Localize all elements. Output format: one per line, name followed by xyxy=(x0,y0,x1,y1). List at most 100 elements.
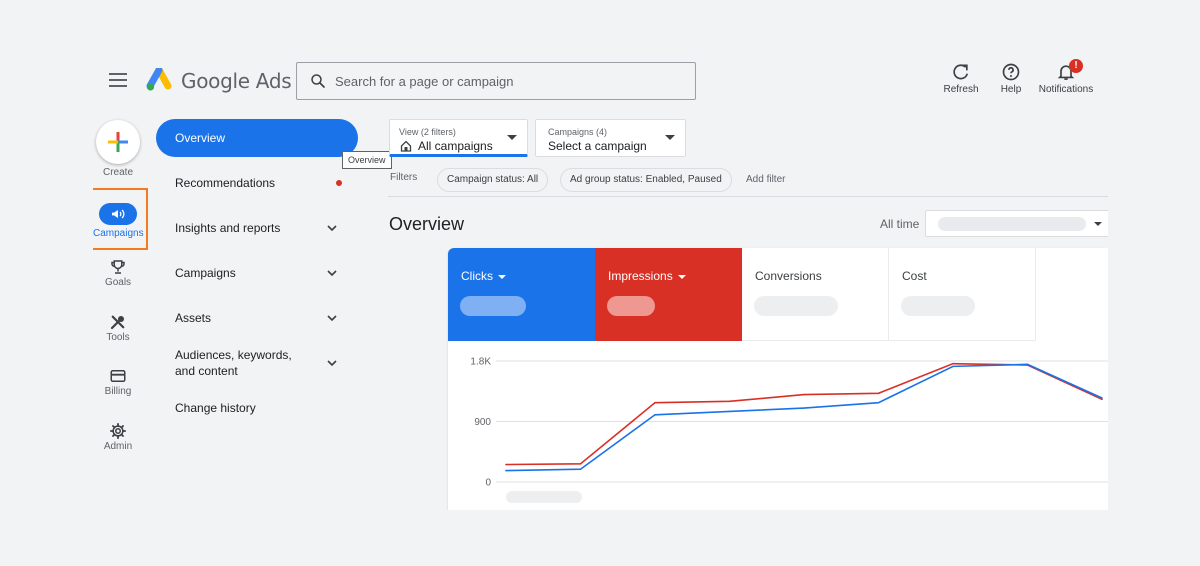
nav-item-label: Assets xyxy=(175,311,212,325)
data-point-clicks xyxy=(579,468,582,471)
metric-tile-conversions[interactable]: Conversions xyxy=(742,248,889,341)
rail-label-tools: Tools xyxy=(106,332,130,343)
series-line-impressions xyxy=(505,362,1103,466)
trophy-icon xyxy=(111,260,125,274)
credit-card-icon xyxy=(110,370,126,382)
dropdown-arrow-icon xyxy=(677,274,686,279)
notification-badge: ! xyxy=(1069,59,1083,73)
campaigns-filter-dropdown[interactable]: Campaigns (4) Select a campaign xyxy=(535,119,686,157)
notifications-label: Notifications xyxy=(1038,84,1094,95)
y-tick-label: 1.8K xyxy=(470,357,491,368)
nav-item-label: Recommendations xyxy=(175,176,276,190)
campaigns-filter-value: Select a campaign xyxy=(548,139,647,153)
metric-name: Conversions xyxy=(755,269,822,283)
tooltip: Overview xyxy=(342,151,392,169)
data-point-impressions xyxy=(579,463,582,465)
metric-tile-cost[interactable]: Cost xyxy=(889,248,1036,341)
campaign-status-chip[interactable]: Campaign status: All xyxy=(437,168,549,192)
google-ads-logo-icon xyxy=(146,68,172,91)
nav-item-audiences[interactable]: Audiences, keywords, and content xyxy=(156,347,358,379)
performance-card: Clicks Impressions Conversions Cost 1.8K… xyxy=(448,248,1108,510)
dropdown-arrow-icon xyxy=(1094,222,1102,226)
rail-item-billing[interactable]: Billing xyxy=(93,367,143,397)
rail-label-campaigns: Campaigns xyxy=(93,228,144,239)
nav-item-insights[interactable]: Insights and reports xyxy=(156,221,358,235)
data-point-impressions xyxy=(505,463,507,466)
chevron-down-icon xyxy=(327,270,337,277)
notifications-button[interactable]: Notifications ! xyxy=(1037,59,1095,95)
view-filter-value: All campaigns xyxy=(418,139,493,153)
x-tick-label-redacted xyxy=(506,491,582,503)
data-point-impressions xyxy=(952,362,954,365)
metric-tile-clicks[interactable]: Clicks xyxy=(448,248,595,341)
metric-name: Cost xyxy=(902,269,927,283)
data-point-clicks xyxy=(803,407,805,409)
metric-value-redacted xyxy=(901,296,975,316)
metric-value-redacted xyxy=(460,296,526,316)
create-button[interactable] xyxy=(96,120,140,164)
refresh-icon xyxy=(953,64,969,80)
date-range-label: All time xyxy=(880,217,920,231)
metric-value-redacted xyxy=(607,296,655,316)
data-point-impressions xyxy=(654,401,656,404)
notification-dot xyxy=(336,180,342,186)
refresh-label: Refresh xyxy=(943,84,979,95)
y-tick-label: 900 xyxy=(474,417,491,428)
nav-item-overview[interactable]: Overview xyxy=(156,119,358,157)
search-bar[interactable] xyxy=(296,62,696,100)
data-point-impressions xyxy=(803,393,805,396)
data-point-clicks xyxy=(952,365,954,368)
data-point-clicks xyxy=(505,469,507,472)
help-button[interactable]: Help xyxy=(994,62,1028,95)
chevron-down-icon xyxy=(327,315,337,322)
google-ads-app: Google Ads Refresh Help Notifications ! … xyxy=(93,56,1108,510)
rail-item-admin[interactable]: Admin xyxy=(93,422,143,452)
view-filter-caption: View (2 filters) xyxy=(399,127,456,137)
rail-item-tools[interactable]: Tools xyxy=(93,313,143,343)
add-filter-link[interactable]: Add filter xyxy=(746,174,785,185)
nav-item-campaigns[interactable]: Campaigns xyxy=(156,266,358,280)
data-point-clicks xyxy=(877,401,880,404)
chevron-down-icon xyxy=(327,360,337,367)
nav-item-change-history[interactable]: Change history xyxy=(156,401,358,415)
plus-icon xyxy=(108,132,128,152)
help-icon xyxy=(1002,63,1020,81)
rail-label-billing: Billing xyxy=(104,386,132,397)
date-range-value-redacted xyxy=(938,217,1086,231)
nav-item-recommendations[interactable]: Recommendations xyxy=(156,176,358,190)
divider xyxy=(388,196,1108,197)
ad-group-status-chip[interactable]: Ad group status: Enabled, Paused xyxy=(560,168,732,192)
dropdown-arrow-icon xyxy=(498,274,506,279)
nav-item-assets[interactable]: Assets xyxy=(156,311,358,325)
dropdown-arrow-icon xyxy=(665,135,675,140)
menu-icon[interactable] xyxy=(109,73,127,87)
metric-name: Clicks xyxy=(461,269,493,283)
view-filter-dropdown[interactable]: View (2 filters) All campaigns xyxy=(389,119,528,157)
metric-name: Impressions xyxy=(608,269,673,283)
data-point-clicks xyxy=(654,413,656,416)
rail-label-goals: Goals xyxy=(104,277,132,288)
series-line-clicks xyxy=(505,363,1103,472)
date-range-select[interactable] xyxy=(925,210,1108,237)
rail-label-admin: Admin xyxy=(103,441,133,452)
metric-tile-impressions[interactable]: Impressions xyxy=(595,248,742,341)
brand-name: Google Ads xyxy=(181,69,292,93)
nav-item-label: Insights and reports xyxy=(175,221,281,235)
y-tick-label: 0 xyxy=(485,478,491,489)
create-label: Create xyxy=(102,167,133,178)
filters-label: Filters xyxy=(390,172,418,183)
search-input[interactable] xyxy=(335,73,675,89)
data-point-impressions xyxy=(877,392,880,395)
nav-item-label: Audiences, keywords, and content xyxy=(175,348,292,378)
rail-item-campaigns[interactable]: Campaigns xyxy=(93,203,144,239)
campaigns-filter-caption: Campaigns (4) xyxy=(548,127,608,137)
data-point-clicks xyxy=(728,410,731,413)
rail-item-goals[interactable]: Goals xyxy=(93,258,143,288)
nav-item-label: Change history xyxy=(175,401,256,415)
gear-icon xyxy=(109,422,127,440)
metric-value-redacted xyxy=(754,296,838,316)
nav-item-label: Overview xyxy=(175,131,226,145)
refresh-button[interactable]: Refresh xyxy=(941,62,981,95)
nav-item-label: Campaigns xyxy=(175,266,236,280)
help-label: Help xyxy=(1000,84,1022,95)
